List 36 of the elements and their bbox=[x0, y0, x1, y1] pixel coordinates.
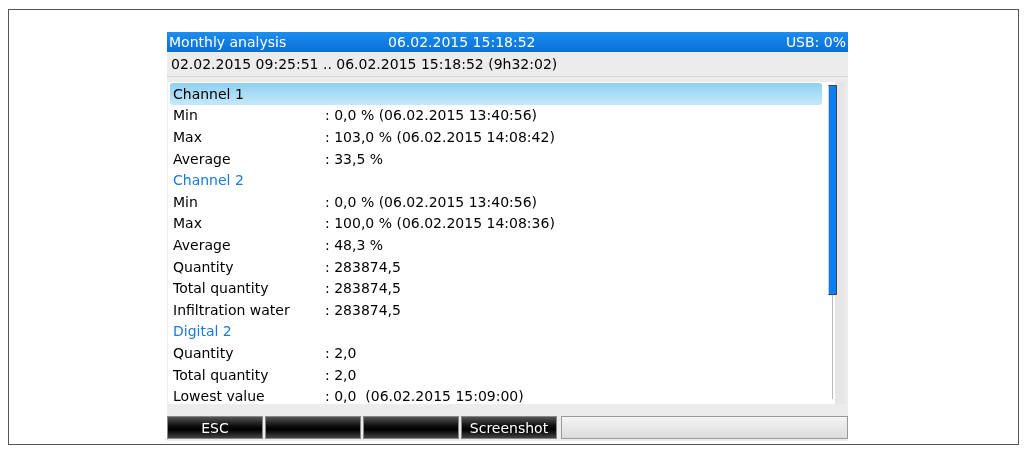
field-label: Infiltration water bbox=[173, 301, 291, 318]
field-label: Average bbox=[173, 150, 232, 167]
field-value: : 2,0 bbox=[325, 366, 357, 383]
field-value: : 100,0 % (06.02.2015 14:08:36) bbox=[325, 215, 555, 232]
screen-title: Monthly analysis bbox=[169, 34, 288, 50]
softkey[interactable] bbox=[265, 416, 361, 439]
field-value: : 0,0 % (06.02.2015 13:40:56) bbox=[325, 107, 538, 124]
period-text: 02.02.2015 09:25:51 .. 06.02.2015 15:18:52 (9h32:02) bbox=[171, 56, 558, 72]
field-value: : 0,0 % (06.02.2015 13:40:56) bbox=[325, 193, 538, 210]
field-value: : 48,3 % bbox=[325, 236, 384, 253]
field-value: : 283874,5 bbox=[325, 301, 401, 318]
field-label: Max bbox=[173, 129, 203, 145]
section-header[interactable]: Channel 2 bbox=[170, 169, 822, 191]
field-value: : 2,0 bbox=[325, 344, 357, 361]
field-label: Total quantity bbox=[173, 366, 270, 383]
field-value: : 0,0 (06.02.2015 15:09:00) bbox=[325, 388, 524, 405]
field-label: Quantity bbox=[173, 344, 235, 361]
field-label: Min bbox=[173, 193, 199, 210]
field-label: Quantity bbox=[173, 258, 235, 275]
softkey[interactable] bbox=[363, 416, 459, 439]
field-label: Max bbox=[173, 215, 203, 232]
softkey[interactable]: Screenshot bbox=[461, 416, 557, 439]
softkey[interactable]: ESC bbox=[167, 416, 263, 439]
field-label: Lowest value bbox=[173, 388, 266, 405]
field-value: : 33,5 % bbox=[325, 150, 384, 167]
field-label: Average bbox=[173, 236, 232, 253]
field-value: : 103,0 % (06.02.2015 14:08:42) bbox=[325, 129, 555, 145]
usb-status: USB: 0% bbox=[785, 34, 846, 50]
field-value: : 283874,5 bbox=[325, 280, 401, 297]
date-time: 06.02.2015 15:18:52 bbox=[388, 34, 537, 50]
scroll-thumb[interactable] bbox=[828, 85, 837, 295]
section-header[interactable]: Channel 1 bbox=[170, 83, 822, 105]
section-header[interactable]: Digital 2 bbox=[170, 320, 822, 343]
field-label: Min bbox=[173, 107, 199, 124]
field-value: : 283874,5 bbox=[325, 258, 401, 275]
field-label: Total quantity bbox=[173, 280, 270, 297]
